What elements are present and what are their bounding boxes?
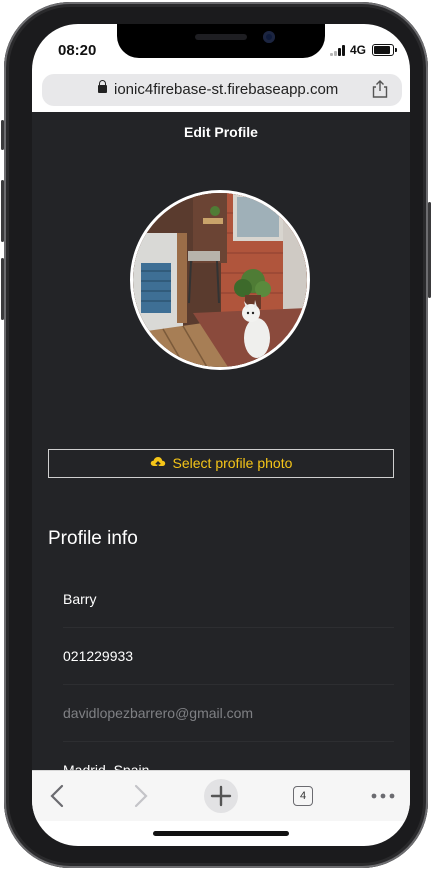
- phone-input[interactable]: 021229933: [63, 628, 394, 685]
- side-button: [428, 202, 431, 298]
- url-text: ionic4firebase-st.firebaseapp.com: [114, 81, 339, 98]
- select-photo-label: Select profile photo: [172, 455, 293, 471]
- volume-down-button: [1, 258, 4, 320]
- signal-icon: [330, 45, 348, 56]
- name-input[interactable]: Barry: [63, 571, 394, 628]
- status-time: 08:20: [58, 42, 97, 59]
- home-indicator: [153, 831, 289, 836]
- lock-icon: [98, 80, 107, 93]
- forward-icon[interactable]: [122, 778, 158, 814]
- phone-screen: 08:20 4G ionic4firebase-st.firebaseapp.c…: [32, 24, 410, 846]
- speaker: [195, 34, 247, 40]
- email-input[interactable]: davidlopezbarrero@gmail.com: [63, 685, 394, 742]
- tabs-button[interactable]: 4: [285, 778, 321, 814]
- new-tab-icon[interactable]: [203, 778, 239, 814]
- address-bar[interactable]: ionic4firebase-st.firebaseapp.com: [42, 74, 402, 106]
- browser-toolbar: 4: [32, 770, 410, 821]
- tabs-icon: 4: [293, 786, 313, 806]
- network-label: 4G: [350, 43, 367, 57]
- profile-photo: [130, 190, 310, 370]
- mute-switch: [1, 120, 4, 150]
- front-camera: [263, 31, 275, 43]
- battery-icon: [372, 44, 397, 56]
- share-icon[interactable]: [372, 80, 388, 98]
- back-icon[interactable]: [40, 778, 76, 814]
- notch: [117, 24, 325, 58]
- volume-up-button: [1, 180, 4, 242]
- cloud-upload-icon: [150, 457, 165, 469]
- select-profile-photo-button[interactable]: Select profile photo: [48, 449, 394, 478]
- section-title: Profile info: [48, 528, 138, 549]
- app-content: Edit Profile Select profile photo Profil…: [32, 112, 410, 792]
- page-title: Edit Profile: [184, 124, 258, 140]
- more-icon[interactable]: [365, 778, 401, 814]
- phone-frame: 08:20 4G ionic4firebase-st.firebaseapp.c…: [1, 2, 431, 868]
